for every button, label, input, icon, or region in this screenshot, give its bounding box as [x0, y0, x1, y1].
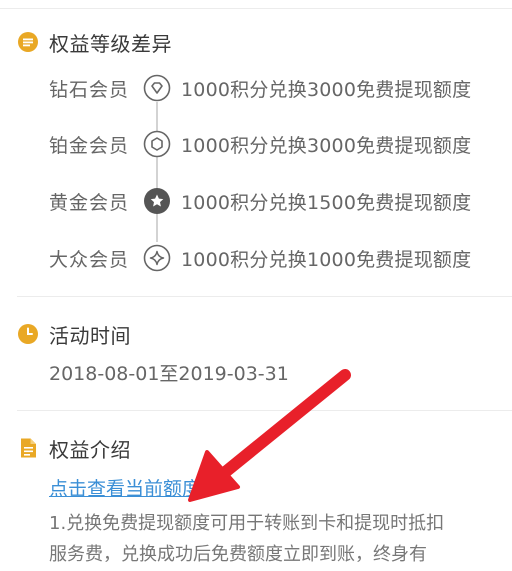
tier-name: 钻石会员: [49, 78, 130, 101]
tier-name: 大众会员: [49, 248, 130, 271]
benefit-levels-header: 权益等级差异: [17, 28, 172, 56]
benefit-intro-line-2: 服务费，兑换成功后免费额度立即到账，终身有: [49, 544, 427, 565]
clock-icon: [18, 324, 38, 344]
benefit-intro-title: 权益介绍: [49, 437, 131, 462]
star-icon: [144, 188, 170, 214]
sparkle-icon: [143, 244, 171, 272]
activity-time-header: 活动时间: [17, 320, 131, 348]
activity-dates: 2018-08-01至2019-03-31: [49, 363, 289, 385]
benefit-intro-header: 权益介绍: [17, 434, 131, 462]
benefit-intro-line-1: 1.兑换免费提现额度可用于转账到卡和提现时抵扣: [49, 513, 445, 534]
tier-desc: 1000积分兑换3000免费提现额度: [181, 78, 472, 101]
tier-timeline: [156, 102, 158, 242]
section-divider: [17, 296, 512, 297]
benefit-levels-section: 权益等级差异 钻石会员 1000积分兑换3000免费提现额度 铂金会员 1000…: [0, 0, 512, 296]
tier-row-platinum: 铂金会员 1000积分兑换3000免费提现额度: [49, 128, 471, 160]
tier-desc: 1000积分兑换1000免费提现额度: [181, 248, 472, 271]
hexagon-icon: [143, 130, 171, 158]
view-current-quota-link[interactable]: 点击查看当前额度: [49, 474, 201, 501]
section-divider: [17, 410, 512, 411]
document-icon: [21, 438, 36, 458]
tier-name: 黄金会员: [49, 191, 130, 214]
tier-desc: 1000积分兑换1500免费提现额度: [181, 191, 472, 214]
tier-row-gold: 黄金会员 1000积分兑换1500免费提现额度: [49, 185, 471, 217]
tier-row-diamond: 钻石会员 1000积分兑换3000免费提现额度: [49, 72, 471, 104]
activity-time-title: 活动时间: [49, 323, 131, 348]
tier-name: 铂金会员: [49, 134, 130, 157]
diamond-icon: [143, 74, 171, 102]
list-icon: [18, 32, 38, 52]
tier-row-mass: 大众会员 1000积分兑换1000免费提现额度: [49, 242, 471, 274]
tier-desc: 1000积分兑换3000免费提现额度: [181, 134, 472, 157]
benefit-levels-title: 权益等级差异: [49, 31, 172, 56]
